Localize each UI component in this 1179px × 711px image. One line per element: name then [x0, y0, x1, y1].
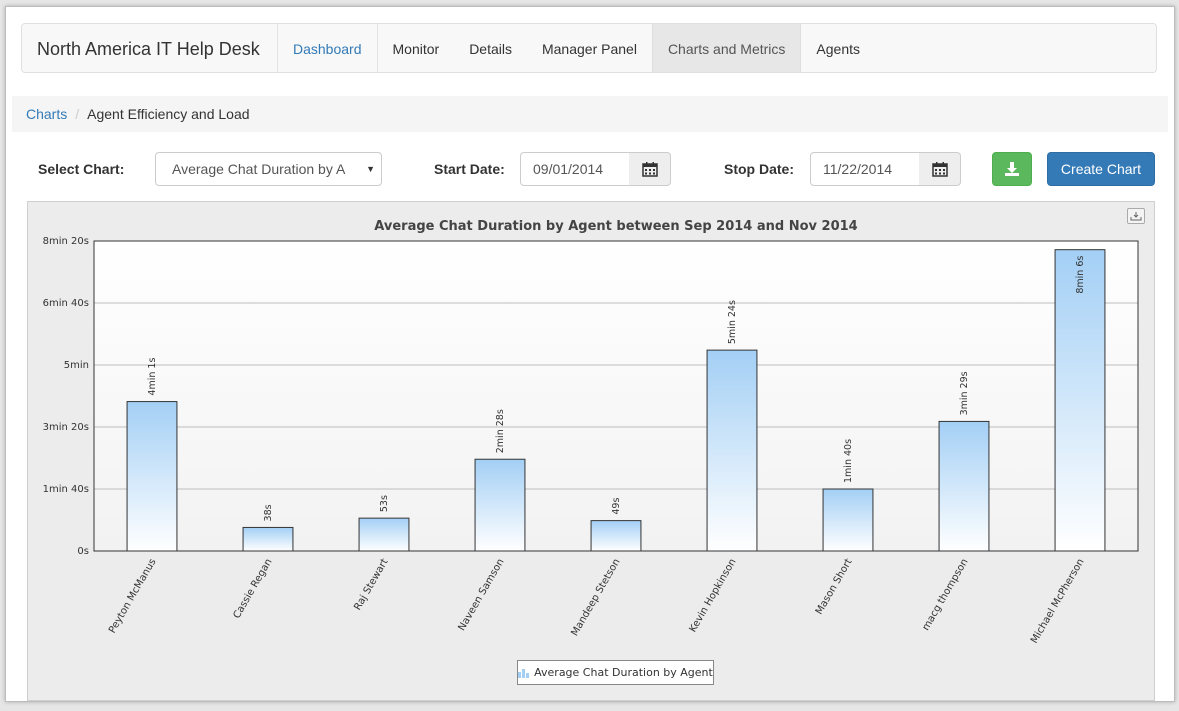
- x-tick-label: Mason Short: [814, 557, 855, 617]
- data-label: 2min 28s: [495, 409, 506, 453]
- data-label: 5min 24s: [727, 300, 738, 344]
- bar[interactable]: [1054, 249, 1106, 552]
- x-tick-label: Raj Stewart: [352, 557, 390, 612]
- export-menu-icon: [1130, 212, 1142, 221]
- data-label: 49s: [611, 498, 622, 515]
- bar-chart-icon: [518, 669, 530, 678]
- bar[interactable]: [126, 401, 178, 552]
- bar[interactable]: [590, 520, 642, 552]
- bar[interactable]: [938, 420, 990, 552]
- data-label: 3min 29s: [959, 371, 970, 415]
- bar[interactable]: [474, 458, 526, 552]
- chart-title: Average Chat Duration by Agent between S…: [374, 219, 857, 234]
- chart-export-icon[interactable]: [1127, 208, 1145, 224]
- x-tick-label: Cassie Regan: [232, 557, 275, 621]
- y-tick-label: 6min 40s: [43, 298, 89, 309]
- y-tick-label: 5min: [64, 360, 89, 371]
- data-label: 53s: [379, 495, 390, 512]
- bar-chart: Average Chat Duration by Agent between S…: [43, 219, 1139, 646]
- bar[interactable]: [822, 488, 874, 552]
- data-label: 4min 1s: [147, 358, 158, 396]
- x-tick-label: Peyton McManus: [107, 557, 159, 635]
- bar[interactable]: [358, 517, 410, 552]
- data-label: 1min 40s: [843, 439, 854, 483]
- y-tick-label: 0s: [77, 546, 89, 557]
- x-tick-label: Kevin Hopkinson: [688, 557, 739, 634]
- bar[interactable]: [706, 349, 758, 552]
- y-tick-label: 3min 20s: [43, 422, 89, 433]
- data-label: 38s: [263, 504, 274, 521]
- chart-legend[interactable]: Average Chat Duration by Agent: [517, 660, 714, 685]
- x-tick-label: Naveen Samson: [456, 557, 506, 633]
- data-label: 8min 6s: [1075, 256, 1086, 294]
- y-tick-label: 1min 40s: [43, 484, 89, 495]
- x-tick-label: Michael McPherson: [1029, 557, 1086, 646]
- app-window: North America IT Help Desk Dashboard Mon…: [5, 6, 1175, 702]
- y-tick-label: 8min 20s: [43, 236, 89, 247]
- bar[interactable]: [242, 526, 294, 552]
- x-tick-label: Mandeep Stetson: [569, 557, 622, 638]
- x-tick-label: macg thompson: [921, 557, 971, 633]
- legend-label: Average Chat Duration by Agent: [534, 666, 713, 679]
